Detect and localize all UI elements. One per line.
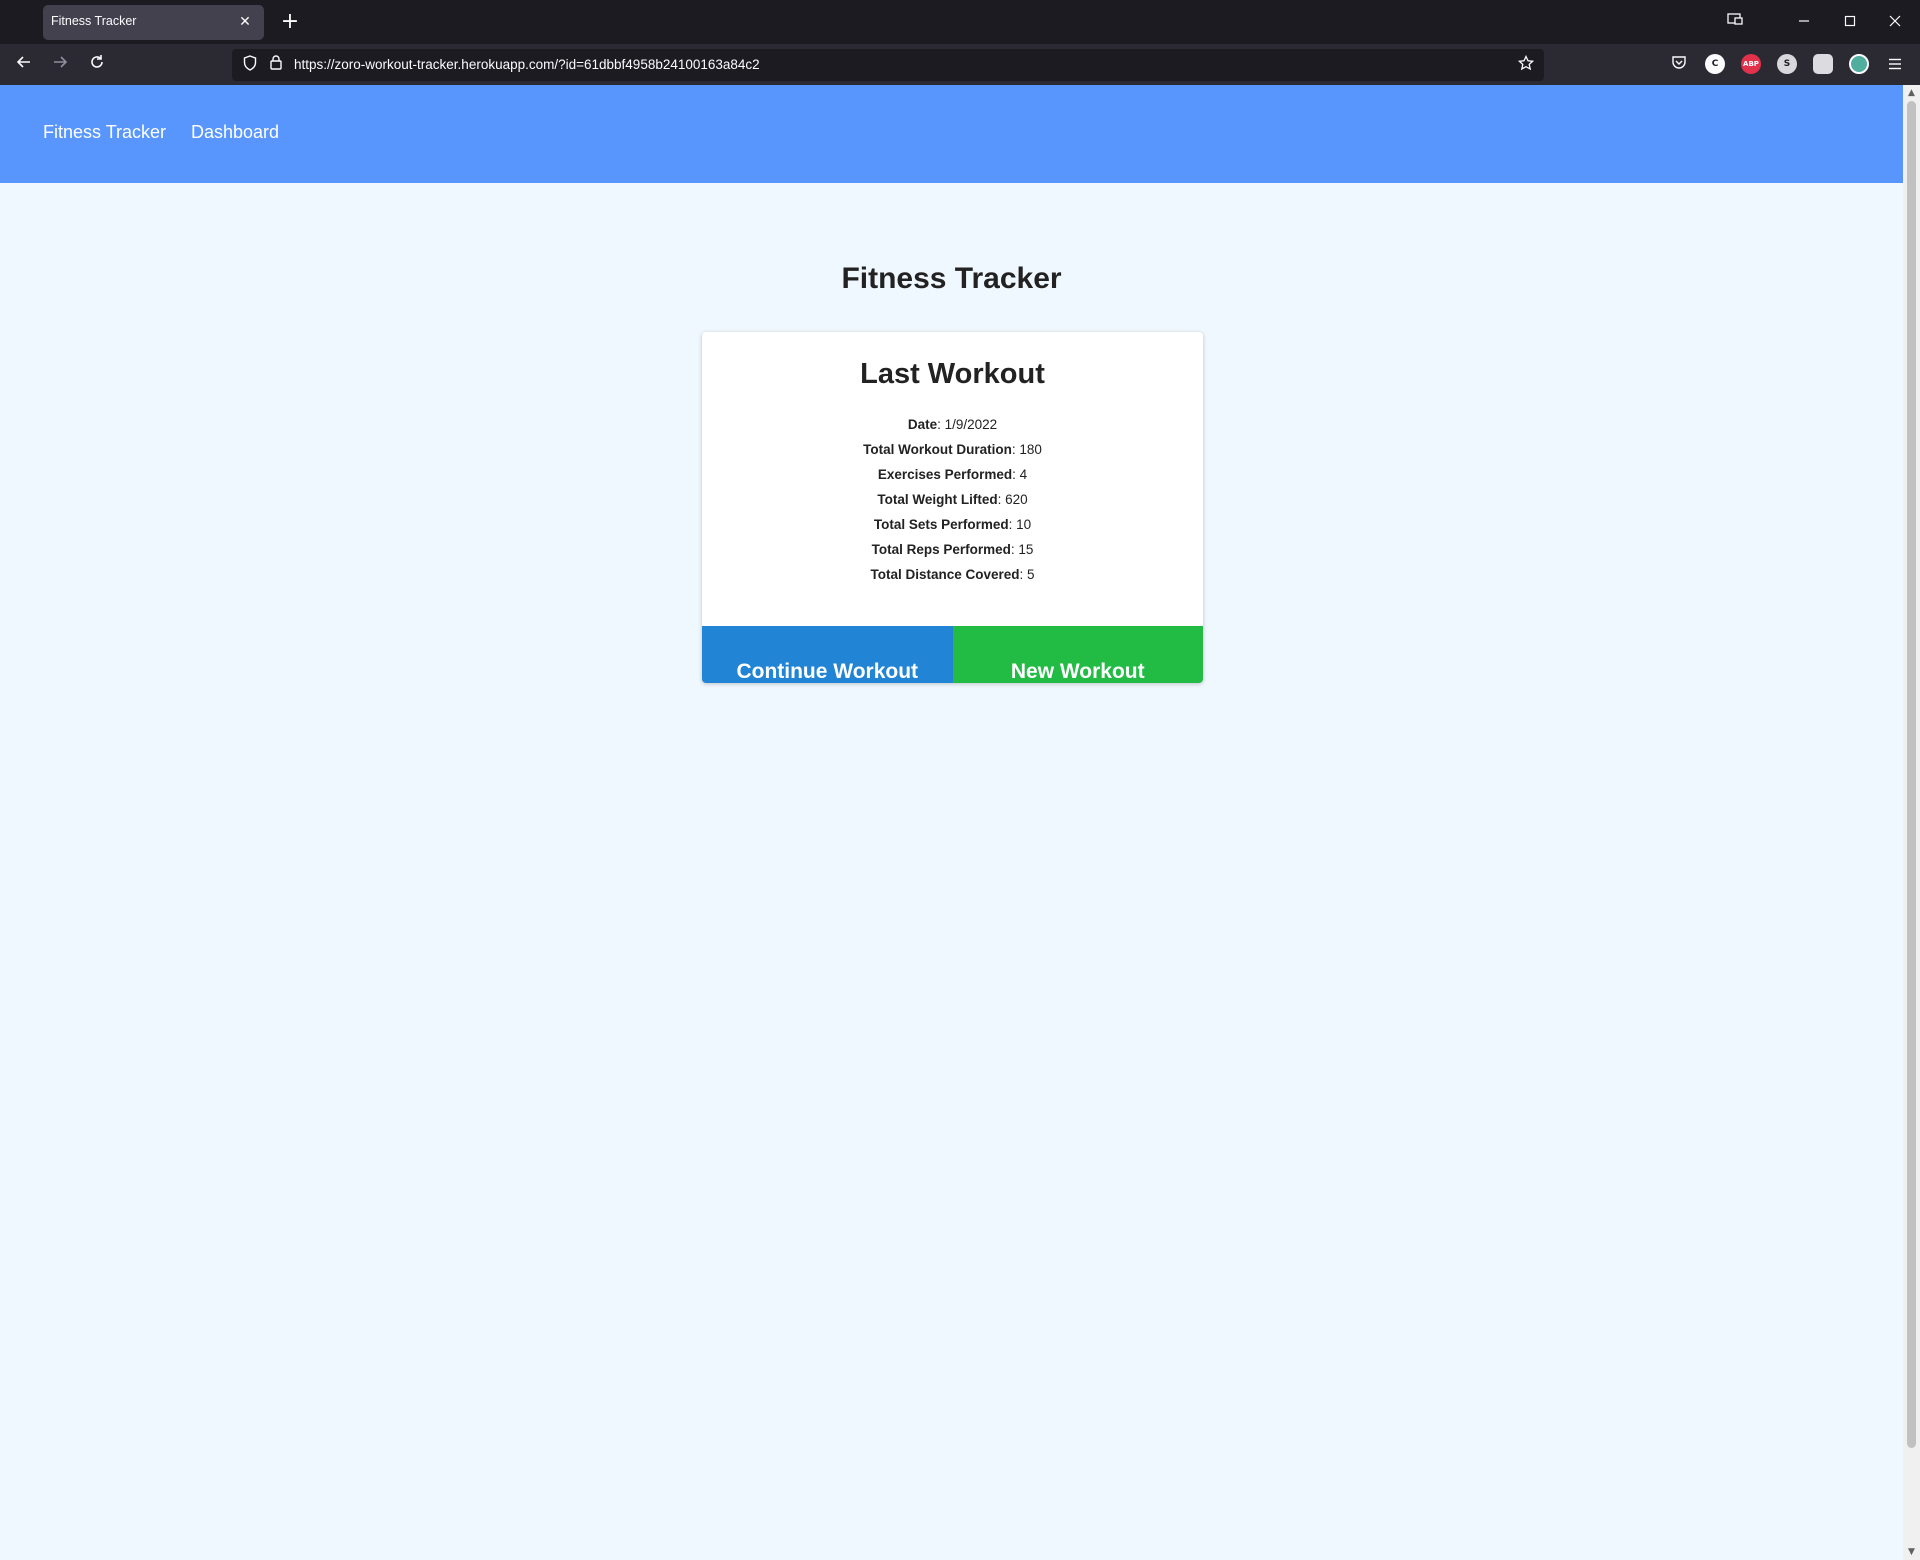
nav-dashboard-link[interactable]: Dashboard [191,122,279,143]
stat-exercises: Exercises Performed: 4 [877,467,1028,482]
last-workout-card: Last Workout Date: 1/9/2022 Total Workou… [702,332,1203,683]
extension-s-icon[interactable]: S [1777,54,1797,74]
stat-sets: Total Sets Performed: 10 [873,517,1032,532]
stat-reps: Total Reps Performed: 15 [871,542,1034,557]
workout-stats: Date: 1/9/2022 Total Workout Duration: 1… [702,412,1203,587]
back-icon[interactable] [9,50,39,80]
new-tab-icon[interactable]: + [277,10,303,36]
stat-distance: Total Distance Covered: 5 [870,567,1035,582]
stat-weight: Total Weight Lifted: 620 [877,492,1028,507]
extension-mountain-icon[interactable] [1849,54,1869,74]
close-tab-icon[interactable]: ✕ [234,11,256,33]
lock-icon[interactable] [266,55,286,75]
new-workout-button[interactable]: New Workout [952,626,1203,683]
site-navbar: Fitness Tracker Dashboard [0,85,1903,183]
page-viewport: Fitness Tracker Dashboard Fitness Tracke… [0,85,1920,1560]
card-title: Last Workout [860,358,1045,390]
extension-c-icon[interactable]: C [1705,54,1725,74]
tab-strip: Fitness Tracker ✕ + [0,0,1920,44]
shield-icon[interactable] [240,55,260,75]
reload-icon[interactable] [82,50,112,80]
url-bar[interactable]: https://zoro-workout-tracker.herokuapp.c… [232,49,1544,81]
picture-in-picture-icon[interactable] [1720,8,1750,36]
stat-duration: Total Workout Duration: 180 [863,442,1042,457]
browser-tab[interactable]: Fitness Tracker ✕ [43,5,264,40]
minimize-icon[interactable] [1789,8,1819,36]
scroll-thumb[interactable] [1907,101,1916,1448]
extension-ghost-icon[interactable] [1813,54,1833,74]
browser-toolbar: https://zoro-workout-tracker.herokuapp.c… [0,44,1920,85]
stat-date: Date: 1/9/2022 [907,417,998,432]
nav-brand-link[interactable]: Fitness Tracker [43,122,166,143]
adblock-icon[interactable]: ABP [1741,54,1761,74]
url-text[interactable]: https://zoro-workout-tracker.herokuapp.c… [294,57,760,72]
scroll-up-icon[interactable]: ▲ [1903,85,1920,101]
bookmark-star-icon[interactable] [1516,54,1536,75]
forward-icon[interactable] [45,50,75,80]
close-window-icon[interactable] [1880,8,1910,36]
scroll-down-icon[interactable]: ▼ [1903,1544,1920,1560]
continue-workout-button[interactable]: Continue Workout [702,626,953,683]
page-title: Fitness Tracker [841,262,1062,295]
menu-icon[interactable] [1880,50,1910,80]
maximize-icon[interactable] [1835,8,1865,36]
tab-title: Fitness Tracker [51,14,137,28]
scrollbar[interactable]: ▲ ▼ [1903,85,1920,1560]
pocket-icon[interactable] [1669,54,1689,74]
